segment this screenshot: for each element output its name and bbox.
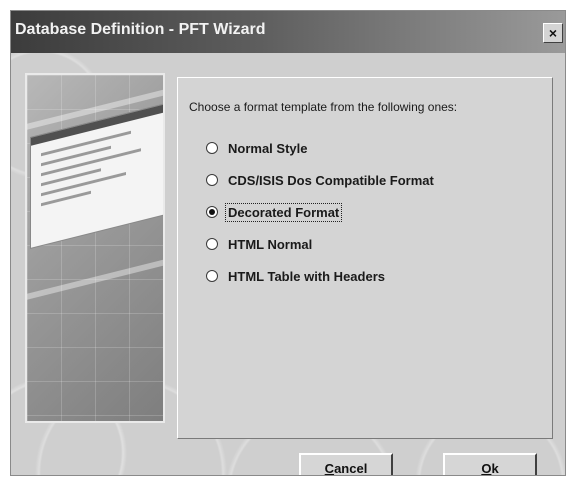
option-html-table-with-headers[interactable]: HTML Table with Headers bbox=[206, 266, 387, 286]
option-decorated-format[interactable]: Decorated Format bbox=[206, 202, 343, 222]
radio-button-selected[interactable] bbox=[206, 206, 218, 218]
dialog-body: Choose a format template from the follow… bbox=[11, 53, 565, 476]
option-normal-style[interactable]: Normal Style bbox=[206, 138, 309, 158]
side-image-document-line bbox=[41, 145, 111, 167]
radio-button[interactable] bbox=[206, 270, 218, 282]
close-icon: × bbox=[548, 25, 558, 41]
wizard-dialog: Database Definition - PFT Wizard × Choos… bbox=[10, 10, 566, 476]
close-button[interactable]: × bbox=[543, 23, 563, 43]
radio-button[interactable] bbox=[206, 238, 218, 250]
window-title: Database Definition - PFT Wizard bbox=[15, 21, 266, 38]
cancel-mnemonic: C bbox=[324, 460, 335, 476]
cancel-label-rest: ancel bbox=[334, 460, 368, 476]
option-label: CDS/ISIS Dos Compatible Format bbox=[228, 172, 434, 188]
cancel-button[interactable]: Cancel bbox=[299, 453, 393, 476]
option-html-normal[interactable]: HTML Normal bbox=[206, 234, 314, 254]
format-template-panel: Choose a format template from the follow… bbox=[177, 77, 553, 439]
option-cds-isis-dos-compatible[interactable]: CDS/ISIS Dos Compatible Format bbox=[206, 170, 436, 190]
wizard-side-image bbox=[25, 73, 165, 423]
option-label: HTML Table with Headers bbox=[228, 268, 385, 284]
option-label: HTML Normal bbox=[228, 236, 313, 252]
ok-label-rest: k bbox=[491, 460, 499, 476]
ok-mnemonic: O bbox=[481, 460, 492, 476]
format-prompt: Choose a format template from the follow… bbox=[189, 100, 458, 114]
option-label: Decorated Format bbox=[224, 202, 343, 222]
option-label: Normal Style bbox=[228, 140, 308, 156]
radio-button[interactable] bbox=[206, 142, 218, 154]
ok-button[interactable]: Ok bbox=[443, 453, 537, 476]
radio-button[interactable] bbox=[206, 174, 218, 186]
title-bar[interactable]: Database Definition - PFT Wizard × bbox=[11, 11, 565, 53]
